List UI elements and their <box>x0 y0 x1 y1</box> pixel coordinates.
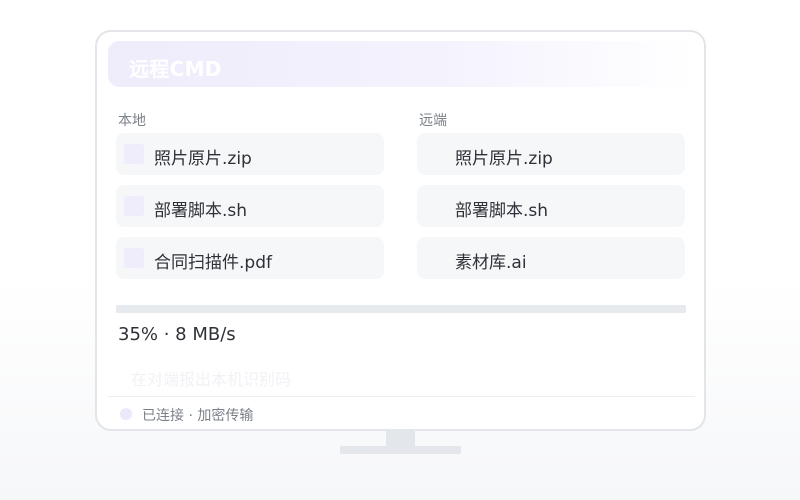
local-file-item[interactable]: 合同扫描件.pdf <box>116 237 384 279</box>
file-name: 素材库.ai <box>455 253 527 273</box>
remote-column-label: 远端 <box>419 113 447 129</box>
file-name: 照片原片.zip <box>154 149 252 169</box>
file-name: 照片原片.zip <box>455 149 553 169</box>
app-title: 远程CMD <box>129 57 222 81</box>
monitor-stand <box>340 446 461 454</box>
divider <box>108 396 695 397</box>
remote-file-item[interactable]: 素材库.ai <box>417 237 685 279</box>
hint-text: 在对端报出本机识别码 <box>131 370 292 389</box>
file-icon <box>124 144 144 164</box>
status-dot-icon <box>120 408 132 420</box>
file-name: 部署脚本.sh <box>154 201 248 221</box>
title-bar: 远程CMD <box>108 41 698 87</box>
local-file-item[interactable]: 照片原片.zip <box>116 133 384 175</box>
monitor-neck <box>386 430 415 447</box>
remote-file-item[interactable]: 照片原片.zip <box>417 133 685 175</box>
transfer-progress-bar <box>116 305 686 313</box>
connection-status: 已连接 · 加密传输 <box>142 408 254 424</box>
transfer-progress-fill <box>116 305 316 313</box>
remote-file-item[interactable]: 部署脚本.sh <box>417 185 685 227</box>
file-name: 合同扫描件.pdf <box>154 253 272 273</box>
local-column-label: 本地 <box>118 113 146 129</box>
monitor-frame: 远程CMD 本地 远端 照片原片.zip 部署脚本.sh 合同扫描件.pdf 照… <box>95 30 706 431</box>
file-icon <box>124 196 144 216</box>
local-file-item[interactable]: 部署脚本.sh <box>116 185 384 227</box>
file-name: 部署脚本.sh <box>455 201 549 221</box>
file-icon <box>124 248 144 268</box>
transfer-speed-text: 35% · 8 MB/s <box>118 324 236 345</box>
